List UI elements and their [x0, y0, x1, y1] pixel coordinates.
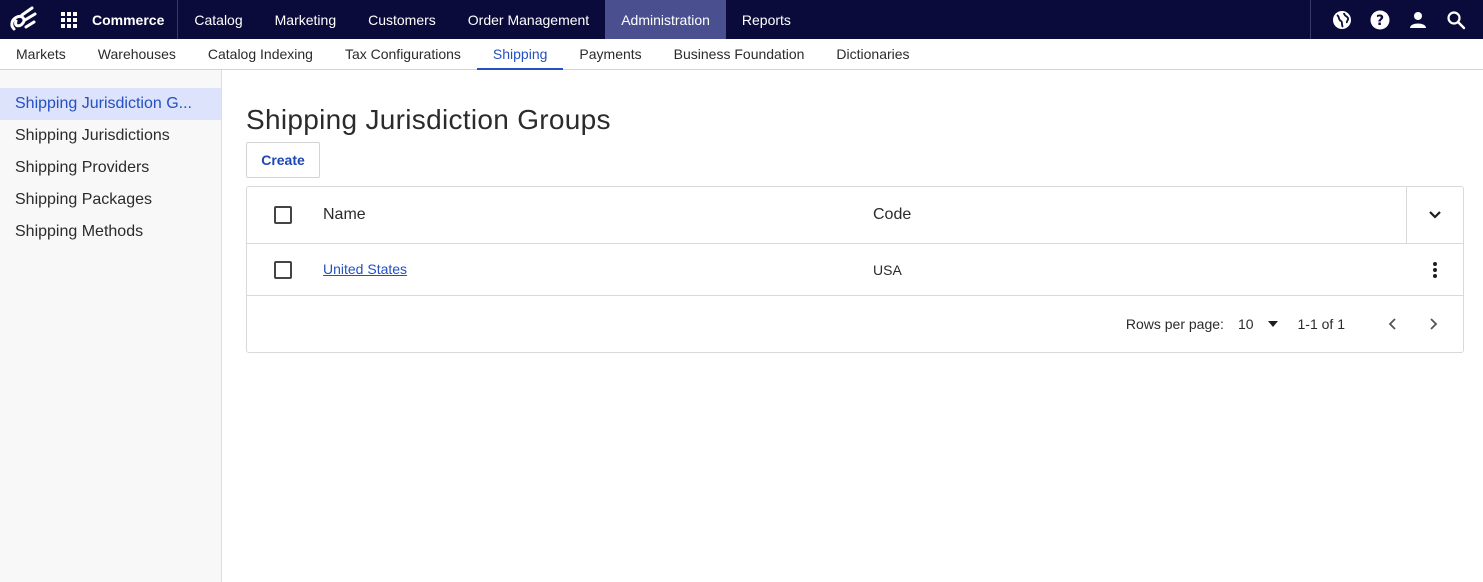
- jurisdiction-groups-table: Name Code United States USA Rows per page…: [246, 186, 1464, 353]
- tab-dictionaries[interactable]: Dictionaries: [820, 39, 925, 69]
- create-button[interactable]: Create: [246, 142, 320, 178]
- user-icon[interactable]: [1399, 0, 1437, 39]
- rows-per-page-label: Rows per page:: [1125, 316, 1224, 332]
- sidebar-item-shipping-providers[interactable]: Shipping Providers: [0, 152, 221, 184]
- pagination-range: 1-1 of 1: [1297, 316, 1345, 332]
- caret-down-icon: [1267, 321, 1278, 327]
- top-navigation-bar: Commerce Catalog Marketing Customers Order …: [0, 0, 1483, 39]
- table-body: United States USA: [247, 244, 1463, 296]
- rows-per-page-value: 10: [1237, 316, 1254, 332]
- tab-tax-configurations[interactable]: Tax Configurations: [329, 39, 477, 69]
- next-page-button[interactable]: [1419, 310, 1447, 338]
- help-icon[interactable]: ?: [1361, 0, 1399, 39]
- top-utility-icons: ?: [1310, 0, 1483, 39]
- main-content: Shipping Jurisdiction Groups Create Name…: [246, 70, 1464, 353]
- tab-markets[interactable]: Markets: [0, 39, 82, 69]
- tab-shipping[interactable]: Shipping: [476, 39, 564, 70]
- tab-catalog-indexing[interactable]: Catalog Indexing: [192, 39, 329, 69]
- sidebar-item-shipping-jurisdictions[interactable]: Shipping Jurisdictions: [0, 120, 221, 152]
- row-checkbox[interactable]: [274, 260, 292, 279]
- row-code: USA: [873, 261, 902, 278]
- globe-icon[interactable]: [1323, 0, 1361, 39]
- top-nav-marketing[interactable]: Marketing: [259, 0, 352, 39]
- chevron-right-icon: [1430, 318, 1438, 330]
- tab-warehouses[interactable]: Warehouses: [82, 39, 192, 69]
- top-nav-menu: Catalog Marketing Customers Order Managemen…: [178, 0, 807, 39]
- chevron-down-icon[interactable]: [1406, 187, 1463, 243]
- page-title: Shipping Jurisdiction Groups: [246, 104, 611, 135]
- admin-sub-navigation: Markets Warehouses Catalog Indexing Tax Con…: [0, 39, 1483, 70]
- row-name-link[interactable]: United States: [323, 261, 407, 277]
- column-header-code[interactable]: Code: [873, 206, 1406, 224]
- product-name[interactable]: Commerce: [84, 0, 179, 39]
- sidebar-item-shipping-packages[interactable]: Shipping Packages: [0, 184, 221, 216]
- chevron-left-icon: [1388, 318, 1396, 330]
- sidebar-item-shipping-jurisdiction-g[interactable]: Shipping Jurisdiction G...: [0, 88, 221, 120]
- tab-business-foundation[interactable]: Business Foundation: [658, 39, 821, 69]
- more-vertical-icon[interactable]: [1406, 244, 1463, 295]
- table-header-row: Name Code: [247, 187, 1463, 244]
- table-pagination: Rows per page: 10 1-1 of 1: [247, 296, 1463, 352]
- search-icon[interactable]: [1437, 0, 1475, 39]
- top-nav-customers[interactable]: Customers: [352, 0, 452, 39]
- rows-per-page-select[interactable]: 10: [1238, 316, 1278, 332]
- shipping-sidebar: Shipping Jurisdiction G... Shipping Juris…: [0, 70, 222, 582]
- app-switcher-grid-icon[interactable]: [54, 0, 84, 39]
- previous-page-button[interactable]: [1379, 310, 1407, 338]
- svg-text:?: ?: [1376, 13, 1384, 29]
- tab-payments[interactable]: Payments: [563, 39, 657, 69]
- sidebar-item-shipping-methods[interactable]: Shipping Methods: [0, 216, 221, 248]
- top-nav-catalog[interactable]: Catalog: [178, 0, 258, 39]
- top-nav-administration[interactable]: Administration: [605, 0, 726, 39]
- column-header-name[interactable]: Name: [323, 206, 873, 224]
- table-row: United States USA: [247, 244, 1463, 296]
- top-nav-reports[interactable]: Reports: [726, 0, 807, 39]
- select-all-checkbox[interactable]: [274, 206, 292, 224]
- optimizely-logo-icon[interactable]: [0, 0, 46, 39]
- top-nav-order-management[interactable]: Order Management: [452, 0, 605, 39]
